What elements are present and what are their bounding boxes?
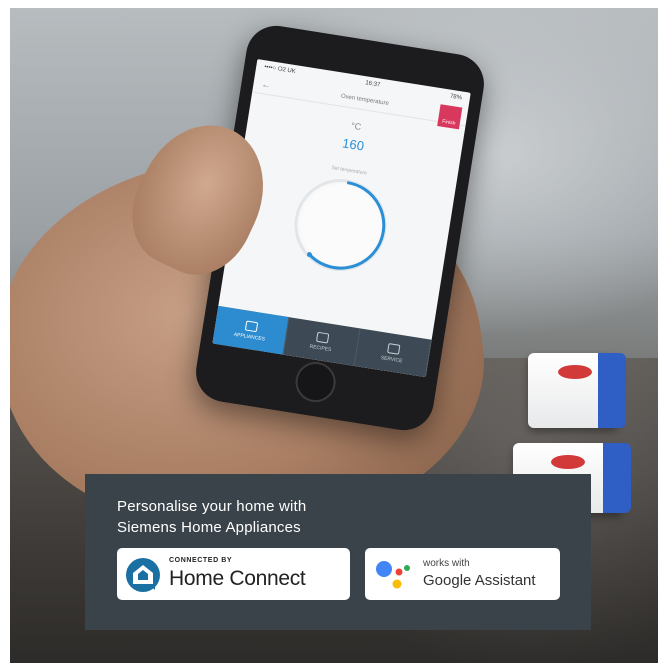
service-icon <box>386 342 401 355</box>
home-connect-logo-icon <box>126 558 160 592</box>
battery-text: 78% <box>449 93 463 102</box>
carrier-text: ••••○ O2 UK <box>263 64 297 76</box>
tab-appliances-label: APPLIANCES <box>233 331 266 343</box>
appliance-icon <box>244 319 258 332</box>
google-caption: works with <box>423 558 470 569</box>
google-wordmark: Google Assistant <box>423 572 536 589</box>
temperature-dial[interactable] <box>287 172 394 278</box>
tab-recipes[interactable]: RECIPES <box>283 317 361 366</box>
tab-recipes-label: RECIPES <box>309 343 332 353</box>
google-assistant-badge[interactable]: works with Google Assistant <box>365 548 560 600</box>
home-connect-wordmark: Home Connect <box>169 567 306 590</box>
promo-panel: Personalise your home with Siemens Home … <box>85 474 591 630</box>
home-connect-caption: CONNECTED BY <box>169 557 233 564</box>
phone-home-button <box>292 359 339 405</box>
tab-service[interactable]: SERVICE <box>354 328 432 378</box>
finish-label: Finish <box>441 118 456 127</box>
clock-text: 16:37 <box>364 80 381 89</box>
promo-tagline: Personalise your home with Siemens Home … <box>117 498 307 536</box>
dial-progress-arc <box>306 181 386 270</box>
tab-appliances[interactable]: APPLIANCES <box>212 305 290 355</box>
finish-button[interactable]: Finish <box>437 104 463 130</box>
recipe-icon <box>315 331 329 343</box>
tab-service-label: SERVICE <box>380 354 403 364</box>
google-assistant-logo-icon <box>376 561 410 589</box>
home-connect-badge[interactable]: CONNECTED BY Home Connect <box>117 548 350 600</box>
